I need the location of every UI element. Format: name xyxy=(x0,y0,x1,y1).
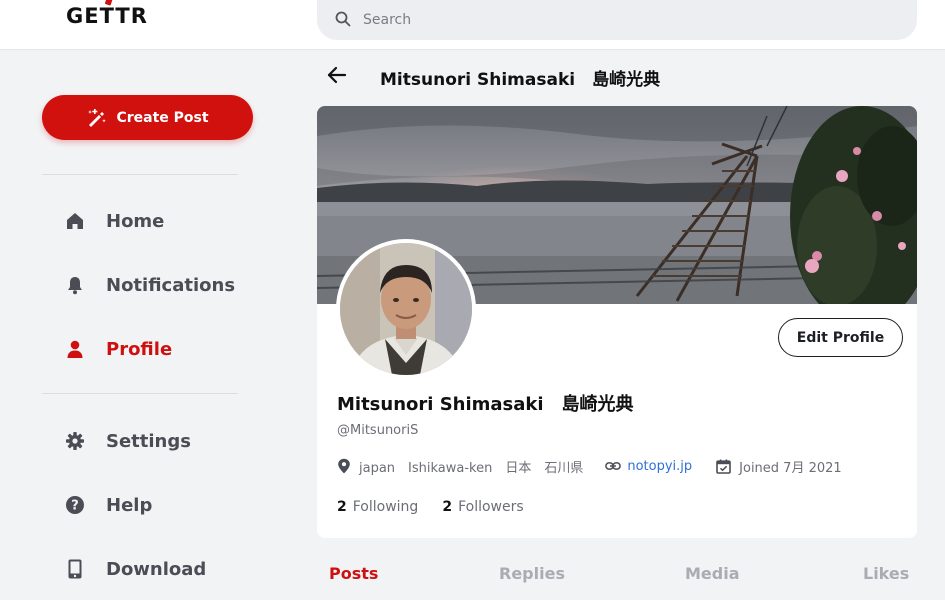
top-bar: GETTR xyxy=(0,0,945,50)
edit-profile-button[interactable]: Edit Profile xyxy=(778,318,903,357)
calendar-icon xyxy=(716,459,731,474)
sidebar-divider xyxy=(42,174,238,175)
bell-icon xyxy=(64,274,86,296)
search-icon xyxy=(335,11,351,27)
create-post-button[interactable]: Create Post xyxy=(42,95,253,140)
profile-website-link[interactable]: notopyi.jp xyxy=(627,459,692,474)
sidebar-item-settings[interactable]: Settings xyxy=(64,426,191,456)
search-bar[interactable] xyxy=(317,0,917,40)
tab-posts[interactable]: Posts xyxy=(329,564,378,583)
search-input[interactable] xyxy=(363,8,883,32)
gettr-logo[interactable]: GETTR xyxy=(66,0,148,28)
tab-replies[interactable]: Replies xyxy=(499,564,565,583)
magic-pencil-icon xyxy=(88,108,107,127)
followers-stat[interactable]: 2 Followers xyxy=(442,499,523,515)
question-icon: ? xyxy=(64,494,86,516)
following-stat[interactable]: 2 Following xyxy=(337,499,418,515)
gear-icon xyxy=(64,430,86,452)
logo-text: GETTR xyxy=(66,4,148,28)
sidebar-item-label: Notifications xyxy=(106,274,236,296)
following-label: Following xyxy=(352,499,419,515)
sidebar-item-home[interactable]: Home xyxy=(64,206,164,236)
followers-count: 2 xyxy=(442,499,453,515)
profile-joined-date: Joined 7月 2021 xyxy=(739,460,842,476)
profile-handle: @MitsunoriS xyxy=(337,423,419,438)
create-post-label: Create Post xyxy=(116,109,209,126)
profile-avatar[interactable] xyxy=(336,239,476,379)
tab-media[interactable]: Media xyxy=(685,564,740,583)
sidebar-item-label: Help xyxy=(106,494,153,516)
link-icon xyxy=(605,462,622,470)
sidebar-item-help[interactable]: ? Help xyxy=(64,490,152,520)
profile-stats: 2 Following 2 Followers xyxy=(337,499,524,515)
sidebar-item-profile[interactable]: Profile xyxy=(64,334,172,364)
following-count: 2 xyxy=(337,499,347,515)
website-item[interactable]: notopyi.jp xyxy=(605,459,692,474)
profile-display-name: Mitsunori Shimasaki 島崎光典 xyxy=(337,394,634,415)
followers-label: Followers xyxy=(458,499,524,515)
location-item: japan Ishikawa-ken 日本 石川県 xyxy=(337,457,583,476)
back-arrow-icon[interactable] xyxy=(326,64,348,86)
sidebar-item-label: Home xyxy=(106,210,165,232)
home-icon xyxy=(64,210,86,232)
sidebar-divider xyxy=(42,393,238,394)
sidebar-item-label: Profile xyxy=(106,338,173,360)
location-pin-icon xyxy=(338,458,350,474)
sidebar-item-label: Download xyxy=(106,558,207,580)
svg-text:?: ? xyxy=(71,499,79,514)
page-title: Mitsunori Shimasaki 島崎光典 xyxy=(380,70,661,90)
phone-icon xyxy=(64,558,86,580)
joined-item: Joined 7月 2021 xyxy=(716,457,842,476)
tab-likes[interactable]: Likes xyxy=(863,564,909,583)
profile-meta: japan Ishikawa-ken 日本 石川県 notopyi.jp Joi… xyxy=(337,456,842,476)
sidebar-item-download[interactable]: Download xyxy=(64,554,206,584)
user-icon xyxy=(64,338,86,360)
sidebar-item-notifications[interactable]: Notifications xyxy=(64,270,235,300)
sidebar-item-label: Settings xyxy=(106,430,191,452)
profile-location: japan Ishikawa-ken 日本 石川県 xyxy=(359,460,584,476)
